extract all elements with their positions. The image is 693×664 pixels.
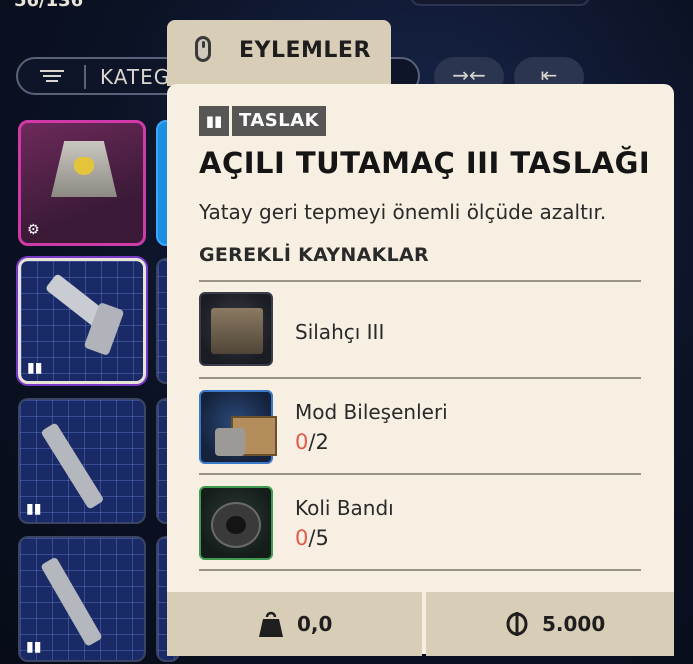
book-icon: ▮▮: [27, 360, 43, 376]
inventory-slot[interactable]: ⚙: [18, 120, 146, 246]
tooltip-footer: 0,0 5.000: [167, 592, 674, 656]
item-description: Yatay geri tepmeyi önemli ölçüde azaltır…: [199, 200, 607, 224]
heart-emblem: [74, 157, 94, 175]
mouse-icon: [195, 36, 211, 62]
inventory-slot[interactable]: ▮▮: [18, 536, 146, 662]
weight-icon: [259, 611, 283, 637]
blueprint-badge: ▮▮ TASLAK: [199, 106, 327, 136]
coin-icon: [506, 612, 528, 636]
book-icon: ▮▮: [26, 501, 42, 517]
mod-components-thumbnail: [199, 390, 277, 464]
divider: [84, 65, 86, 89]
resource-quantity: 0/2: [295, 430, 329, 454]
resource-have: 0: [295, 526, 309, 550]
barrel-image: [40, 556, 103, 647]
filter-icon[interactable]: [40, 67, 64, 85]
parts-image: [215, 428, 245, 456]
resource-row: Mod Bileşenleri 0/2: [199, 380, 641, 476]
attachment-icon: ⚙: [27, 222, 40, 238]
inventory-slot[interactable]: ▮▮: [18, 398, 146, 524]
book-icon: ▮▮: [199, 106, 229, 136]
resource-name: Koli Bandı: [295, 496, 394, 520]
price-value: 5.000: [542, 612, 606, 636]
resource-row: Koli Bandı 0/5: [199, 476, 641, 572]
book-icon: ▮▮: [26, 639, 42, 655]
category-input[interactable]: KATEG: [100, 65, 170, 89]
actions-tab[interactable]: EYLEMLER: [167, 20, 391, 86]
inventory-slot-selected[interactable]: ▮▮: [18, 258, 146, 384]
resource-row: Silahçı III: [199, 282, 641, 378]
duct-tape-thumbnail: [199, 486, 273, 560]
resource-quantity: 0/5: [295, 526, 329, 550]
tape-image: [211, 502, 261, 548]
divider: [199, 569, 641, 571]
divider: [199, 377, 641, 379]
item-tooltip: ▮▮ TASLAK AÇILI TUTAMAÇ III TASLAĞI Yata…: [167, 84, 674, 654]
actions-tab-title: EYLEMLER: [239, 38, 371, 63]
workbench-image: [211, 308, 263, 354]
top-pill: [410, 0, 590, 6]
resource-name: Mod Bileşenleri: [295, 400, 448, 424]
workbench-thumbnail: [199, 292, 273, 366]
badge-label: TASLAK: [232, 106, 327, 136]
weight-cell: 0,0: [167, 592, 422, 656]
barrel-image: [40, 422, 105, 510]
resource-have: 0: [295, 430, 309, 454]
resource-need: /2: [308, 430, 329, 454]
resource-need: /5: [308, 526, 329, 550]
resource-name: Silahçı III: [295, 320, 385, 344]
price-cell: 5.000: [426, 592, 674, 656]
inventory-count: 56/136: [14, 0, 84, 11]
item-title: AÇILI TUTAMAÇ III TASLAĞI: [199, 146, 651, 180]
weight-value: 0,0: [297, 612, 333, 636]
requirements-header: GEREKLİ KAYNAKLAR: [199, 244, 429, 266]
divider: [199, 473, 641, 475]
